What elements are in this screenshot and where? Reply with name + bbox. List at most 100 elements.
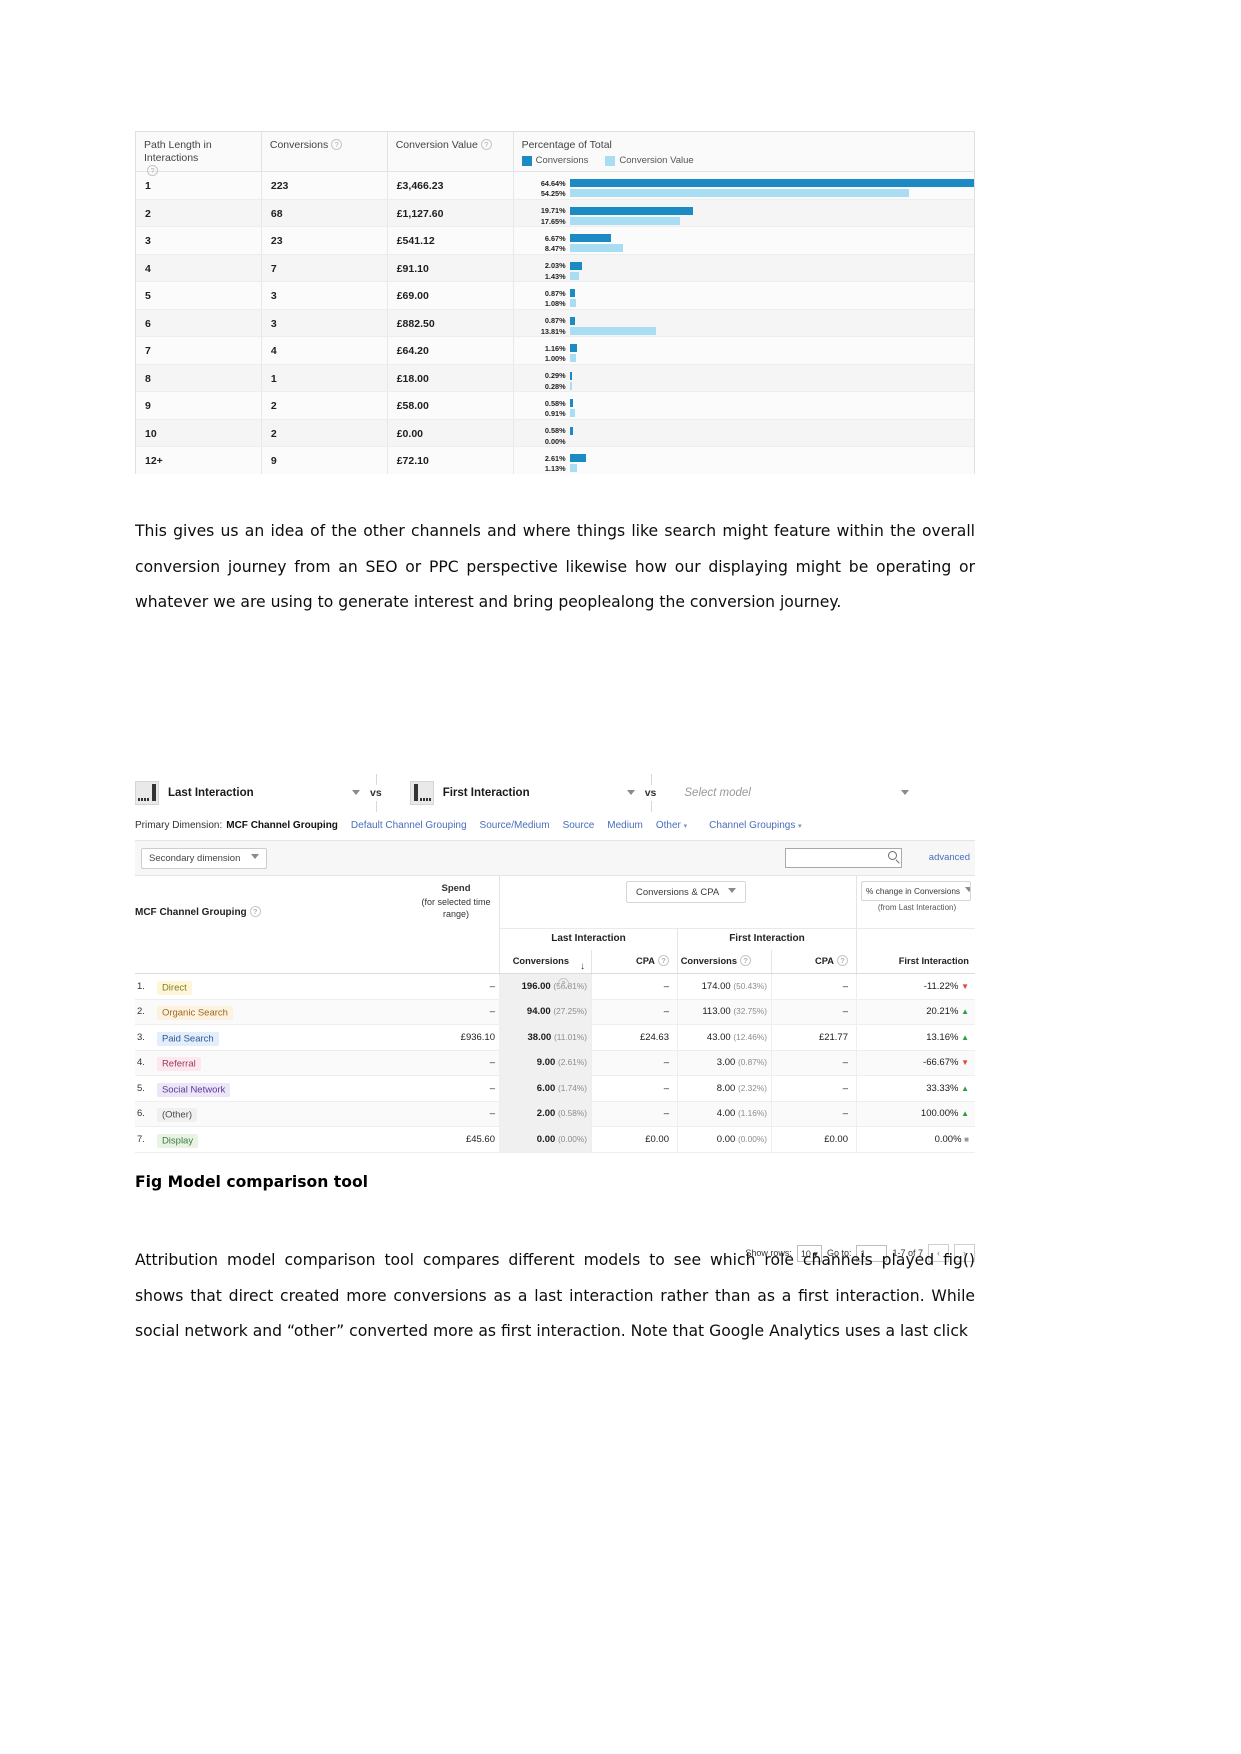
column-header-li-cpa[interactable]: CPA? <box>592 950 678 973</box>
column-header-fi-cpa[interactable]: CPA? <box>772 950 857 973</box>
cell-percentage-bars: 0.58% 0.00% <box>514 420 974 447</box>
cell-change: -11.22% ▼ <box>923 980 969 992</box>
dimension-link-source-medium[interactable]: Source/Medium <box>480 820 550 831</box>
table-top-band: MCF Channel Grouping? Spend (for selecte… <box>135 876 975 928</box>
pct: (0.00%) <box>737 1133 767 1144</box>
cell-conversion-value: £882.50 <box>388 309 514 336</box>
pct-conversions: 0.58% <box>544 398 566 408</box>
dimension-header-label[interactable]: MCF Channel Grouping? <box>135 906 261 918</box>
change-metric-band: % change in Conversions (from Last Inter… <box>857 876 975 928</box>
cell-path-length: 6 <box>136 309 262 336</box>
model-selector-last-interaction[interactable]: Last Interaction <box>135 773 360 813</box>
channel-chip[interactable]: Referral <box>156 1057 201 1072</box>
legend-swatch-conversions <box>521 156 532 167</box>
channel-chip[interactable]: Direct <box>156 980 192 995</box>
metric-group-button[interactable]: Conversions & CPA <box>626 881 747 903</box>
cell-li-conversions: 9.00 (2.61%) <box>500 1050 592 1076</box>
trend-up-icon: ▲ <box>961 1007 969 1016</box>
cell-path-length: 7 <box>136 337 262 364</box>
pct-conversion-value: 0.91% <box>544 409 566 419</box>
column-header-fi-conversions[interactable]: Conversions? <box>678 950 772 973</box>
cell-conversions: 1 <box>262 364 388 391</box>
row-index: 7. <box>137 1133 145 1145</box>
percentage-labels: 6.67% 8.47% <box>514 234 570 255</box>
primary-dimension-label: Primary Dimension: <box>135 820 223 831</box>
cell-fi-cpa: – <box>772 1050 857 1076</box>
table-body: 1 223 £3,466.23 64.64% 54.25% 2 68 £1,127.60 19.… <box>136 172 974 474</box>
dimension-link-source[interactable]: Source <box>563 820 595 831</box>
channel-chip[interactable]: Organic Search <box>156 1006 233 1021</box>
percentage-labels: 1.16% 1.00% <box>514 344 570 365</box>
chevron-down-icon: ▾ <box>683 823 688 830</box>
column-header-conversion-value[interactable]: Conversion Value? <box>388 132 514 171</box>
dimension-cell: 5. Social Network – <box>135 1075 500 1101</box>
channel-chip[interactable]: Display <box>156 1133 199 1148</box>
cell-fi-conversions: 0.00 (0.00%) <box>678 1126 772 1152</box>
row-index: 1. <box>137 980 145 992</box>
trend-up-icon: ▲ <box>961 1083 969 1093</box>
pct-conversion-value: 1.00% <box>544 354 566 364</box>
column-header-li-conversions[interactable]: Conversions? ↓ <box>500 950 592 989</box>
column-header-conversions[interactable]: Conversions? <box>262 132 388 171</box>
column-header-change[interactable]: First Interaction <box>857 950 975 973</box>
bar-group <box>569 342 974 366</box>
dimension-link-medium[interactable]: Medium <box>607 820 643 831</box>
percentage-labels: 19.71% 17.65% <box>514 206 570 227</box>
change-metric-button[interactable]: % change in Conversions <box>861 881 971 901</box>
search-icon[interactable] <box>888 851 897 860</box>
cell-percentage-bars: 19.71% 17.65% <box>514 200 974 227</box>
dimension-dropdown-other[interactable]: Other ▾ <box>656 820 687 831</box>
table-row: 7. Display £45.60 0.00 (0.00%) £0.00 0.00 (0.… <box>135 1126 975 1153</box>
cell-path-length: 9 <box>136 392 262 419</box>
chevron-down-icon[interactable] <box>901 790 910 795</box>
model-selector-empty[interactable]: Select model <box>684 773 910 813</box>
secondary-dimension-button[interactable]: Secondary dimension <box>141 848 267 869</box>
help-icon[interactable]: ? <box>558 978 569 989</box>
primary-dimension-selected[interactable]: MCF Channel Grouping <box>226 820 338 831</box>
channel-chip[interactable]: (Other) <box>156 1108 198 1123</box>
chevron-down-icon[interactable] <box>352 790 360 795</box>
cell-spend: – <box>489 1006 495 1018</box>
dimension-cell: 4. Referral – <box>135 1050 500 1076</box>
cell-spend: £936.10 <box>460 1031 495 1043</box>
cell-path-length: 10 <box>136 419 262 446</box>
help-icon[interactable]: ? <box>480 139 492 150</box>
group-header-spacer <box>135 928 500 950</box>
channel-chip[interactable]: Paid Search <box>156 1031 219 1046</box>
model-selector-first-interaction[interactable]: First Interaction <box>409 773 635 813</box>
search-input[interactable] <box>785 848 902 868</box>
bar-group <box>569 260 974 284</box>
bar-conversion-value <box>569 464 577 473</box>
label: Other <box>655 820 681 831</box>
help-icon[interactable]: ? <box>658 955 669 966</box>
pct-conversions: 64.64% <box>540 178 566 188</box>
dimension-dropdown-channel-groupings[interactable]: Channel Groupings ▾ <box>709 820 801 831</box>
cell-change: 100.00% ▲ <box>920 1108 969 1119</box>
table-row: 10 2 £0.00 0.58% 0.00% <box>136 419 974 447</box>
row-index: 5. <box>137 1082 145 1094</box>
dimension-cell: 6. (Other) – <box>135 1101 500 1127</box>
chevron-down-icon[interactable] <box>626 790 635 795</box>
label: Conversions <box>680 956 737 966</box>
help-icon[interactable]: ? <box>837 955 848 966</box>
channel-chip[interactable]: Social Network <box>156 1082 231 1097</box>
cell-path-length: 5 <box>136 282 262 309</box>
chevron-down-icon <box>965 887 970 892</box>
bar-conversions <box>569 454 586 463</box>
percentage-labels: 64.64% 54.25% <box>514 179 570 200</box>
dimension-link-default-channel-grouping[interactable]: Default Channel Grouping <box>351 820 467 831</box>
advanced-search-link[interactable]: advanced <box>929 852 970 863</box>
paragraph-two: Attribution model comparison tool compar… <box>135 1251 975 1340</box>
cell-conversion-value: £18.00 <box>388 364 514 391</box>
column-header-path-length[interactable]: Path Length in Interactions ? <box>136 132 262 177</box>
help-icon[interactable]: ? <box>740 955 751 966</box>
help-icon[interactable]: ? <box>249 906 261 917</box>
spend-header-sub: (for selected time range) <box>421 896 491 920</box>
cell-percentage-bars: 6.67% 8.47% <box>514 227 974 254</box>
spend-header: Spend (for selected time range) <box>417 882 495 921</box>
cell-change: 33.33% ▲ <box>926 1082 969 1094</box>
cell-li-conversions: 0.00 (0.00%) <box>500 1126 592 1152</box>
sort-descending-icon[interactable]: ↓ <box>580 955 585 978</box>
table-row: 3 23 £541.12 6.67% 8.47% <box>136 227 974 255</box>
help-icon[interactable]: ? <box>331 139 343 150</box>
